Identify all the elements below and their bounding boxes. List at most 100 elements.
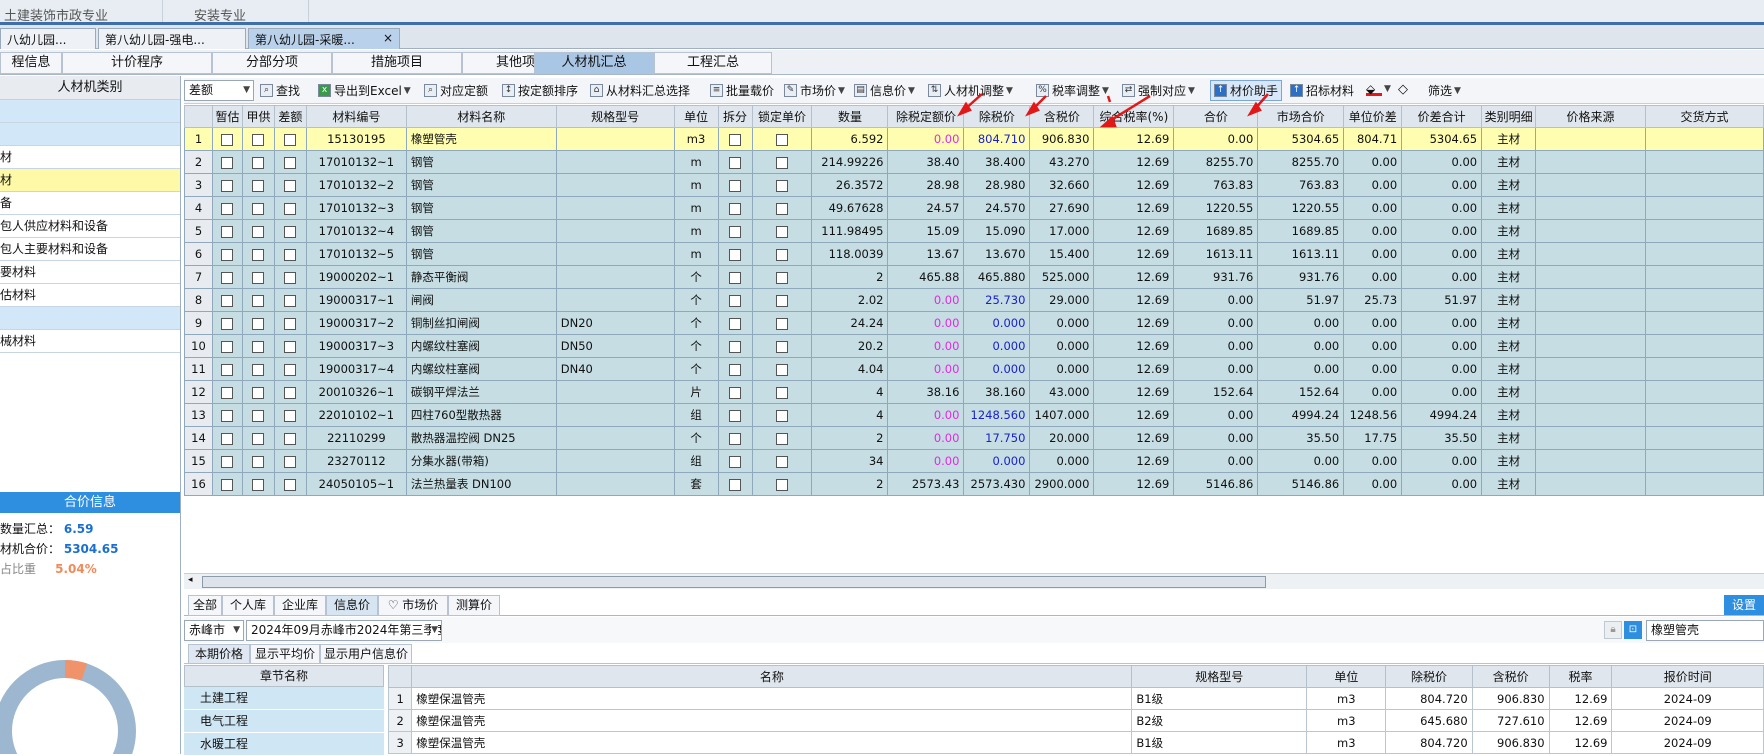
table-cell[interactable]: 个 [673,357,719,381]
table-cell[interactable]: 内螺纹柱塞阀 [405,334,557,358]
table-cell[interactable]: 碳钢平焊法兰 [405,380,557,404]
table-cell[interactable]: 15.09 [887,219,965,243]
tab-info-price[interactable]: 信息价 [326,595,378,616]
checkbox[interactable] [729,478,742,491]
table-cell[interactable]: 钢管 [405,173,557,197]
table-cell[interactable]: 个 [673,426,719,450]
table-cell[interactable]: m [673,150,719,174]
checkbox[interactable] [221,409,234,422]
checkbox-cell[interactable] [211,265,243,289]
table-cell[interactable]: 主材 [1481,380,1537,404]
checkbox[interactable] [776,317,788,330]
table-cell[interactable]: 26.3572 [811,173,889,197]
table-cell[interactable]: 0.00 [1343,173,1403,197]
tab-pricing-procedure[interactable]: 计价程序 [62,52,212,74]
category-item[interactable]: 备 [0,192,180,215]
table-cell[interactable]: 12.69 [1093,265,1175,289]
period-select[interactable]: 2024年09月赤峰市2024年第三季度 ▼ [246,620,442,641]
checkbox-cell[interactable] [273,196,307,220]
checkbox[interactable] [284,225,297,238]
checkbox-cell[interactable] [241,242,275,266]
checkbox[interactable] [252,202,265,215]
tab-labor-material-summary[interactable]: 人材机汇总 [534,52,654,74]
table-cell[interactable]: 43.000 [1029,380,1095,404]
table-cell[interactable]: 9 [184,311,213,335]
checkbox-cell[interactable] [211,242,243,266]
file-tab-1[interactable]: 八幼儿园... [0,28,96,49]
column-header[interactable]: 单位价差 [1343,105,1403,128]
table-cell[interactable]: 4 [811,380,889,404]
price-cell[interactable]: 橡塑保温管壳 [411,731,1133,754]
checkbox-cell[interactable] [241,380,275,404]
table-cell[interactable]: 2573.430 [963,472,1031,496]
table-cell[interactable]: 1248.560 [963,403,1031,427]
table-cell[interactable]: 12.69 [1093,334,1175,358]
table-cell[interactable]: 0.000 [963,449,1031,473]
checkbox-cell[interactable] [751,311,813,335]
checkbox-cell[interactable] [241,173,275,197]
checkbox-cell[interactable] [211,196,243,220]
filter-button[interactable]: 筛选 ▼ [1428,82,1461,99]
table-row[interactable]: 2 17010132~1 钢管 m 214.99226 38.40 38.400 43.270… [184,150,1764,174]
checkbox[interactable] [284,409,297,422]
table-cell[interactable]: 8255.70 [1173,150,1259,174]
checkbox-cell[interactable] [241,265,275,289]
table-cell[interactable]: 0.00 [1173,311,1259,335]
table-cell[interactable]: 931.76 [1257,265,1345,289]
table-cell[interactable]: DN20 [555,311,675,335]
table-cell[interactable]: 14 [184,426,213,450]
checkbox[interactable] [776,363,788,376]
table-cell[interactable]: 4994.24 [1401,403,1483,427]
checkbox[interactable] [729,202,742,215]
tab-average-price[interactable]: 显示平均价 [250,644,320,664]
table-cell[interactable]: 10 [184,334,213,358]
column-header[interactable]: 材料名称 [405,105,557,128]
table-cell[interactable]: 0.00 [1343,196,1403,220]
checkbox[interactable] [284,455,297,468]
table-cell[interactable]: 散热器温控阀 DN25 [405,426,557,450]
checkbox[interactable] [221,248,234,261]
price-cell[interactable]: 906.830 [1471,687,1550,710]
table-cell[interactable]: 32.660 [1029,173,1095,197]
checkbox[interactable] [252,248,265,261]
table-cell[interactable]: 闸阀 [405,288,557,312]
checkbox-cell[interactable] [211,127,243,151]
checkbox-cell[interactable] [717,426,753,450]
table-cell[interactable]: 0.00 [1343,449,1403,473]
table-cell[interactable]: 主材 [1481,334,1537,358]
table-cell[interactable] [555,127,675,151]
category-item[interactable]: 要材料 [0,261,180,284]
table-cell[interactable]: 19000317~3 [305,334,407,358]
checkbox[interactable] [776,409,788,422]
checkbox[interactable] [221,455,234,468]
table-cell[interactable]: 12.69 [1093,219,1175,243]
horizontal-scrollbar[interactable]: ◂ [184,573,1764,589]
checkbox-cell[interactable] [241,357,275,381]
price-column-header[interactable]: 除税价 [1385,665,1473,688]
checkbox-cell[interactable] [241,311,275,335]
table-cell[interactable]: 0.00 [1173,449,1259,473]
table-cell[interactable]: 38.16 [887,380,965,404]
city-select[interactable]: 赤峰市 ▼ [184,620,244,641]
column-header[interactable]: 锁定单价 [751,105,813,128]
table-cell[interactable]: 法兰热量表 DN100 [405,472,557,496]
table-cell[interactable]: 四柱760型散热器 [405,403,557,427]
checkbox[interactable] [252,386,265,399]
table-cell[interactable]: 763.83 [1257,173,1345,197]
checkbox-cell[interactable] [241,426,275,450]
checkbox[interactable] [729,317,742,330]
table-cell[interactable]: 0.00 [1343,150,1403,174]
column-header[interactable]: 价差合计 [1401,105,1483,128]
table-cell[interactable]: DN40 [555,357,675,381]
price-row[interactable]: 3 橡塑保温管壳 B1级 m3 804.720 906.830 12.69 2024-09 [387,731,1764,754]
table-cell[interactable]: m [673,173,719,197]
checkbox[interactable] [776,248,788,261]
checkbox[interactable] [284,340,297,353]
table-cell[interactable]: 20.000 [1029,426,1095,450]
checkbox-cell[interactable] [273,426,307,450]
batch-load-price-button[interactable]: ≡ 批量载价 [710,82,774,99]
table-cell[interactable]: 0.000 [1029,334,1095,358]
table-cell[interactable]: 6 [184,242,213,266]
export-excel-button[interactable]: x 导出到Excel ▼ [318,82,411,99]
checkbox[interactable] [252,156,265,169]
